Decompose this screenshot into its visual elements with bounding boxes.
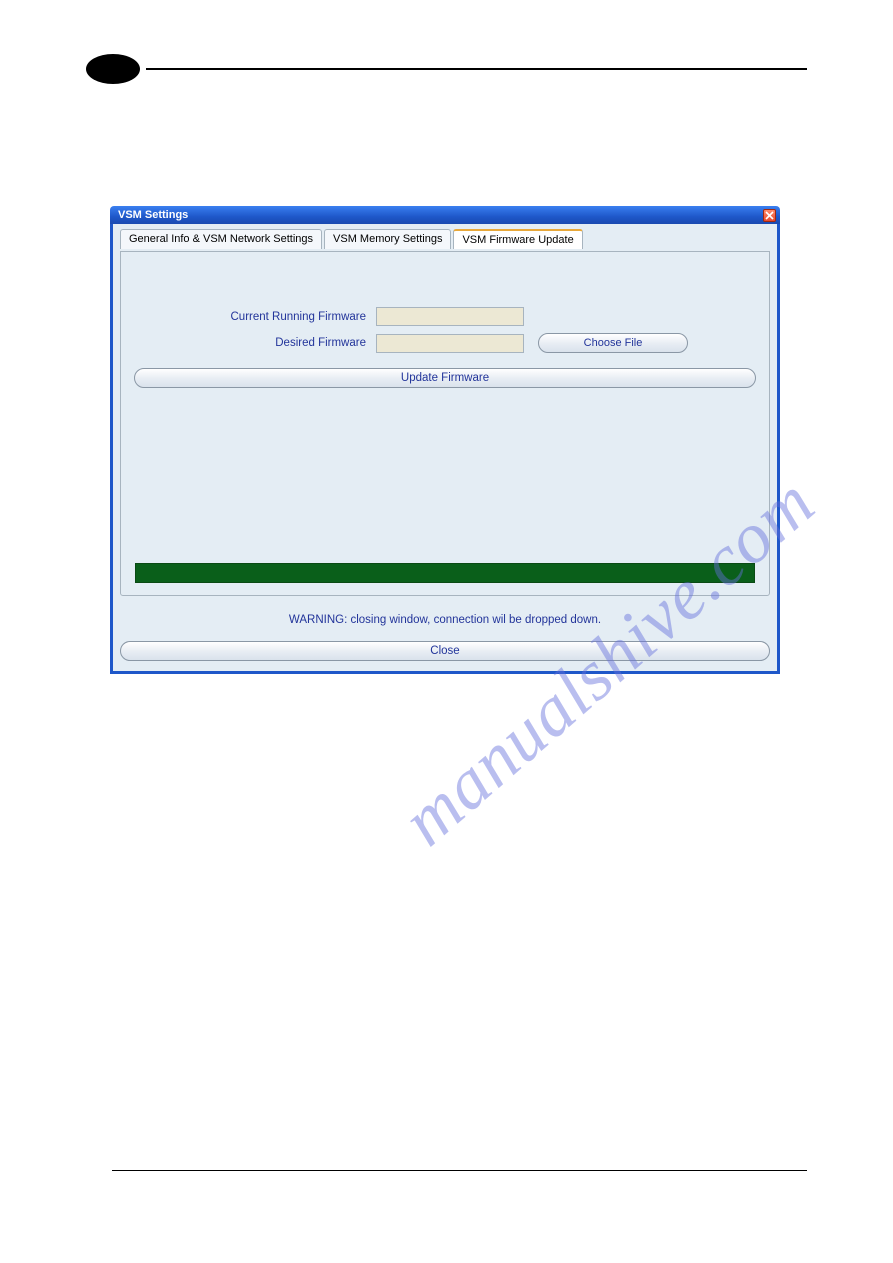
footer-rule (112, 1170, 807, 1172)
desired-firmware-field (376, 334, 524, 353)
progress-bar (135, 563, 755, 583)
tab-general-info[interactable]: General Info & VSM Network Settings (120, 229, 322, 249)
page-header (86, 54, 807, 84)
header-oval-icon (86, 54, 140, 84)
current-firmware-field (376, 307, 524, 326)
close-button[interactable]: Close (120, 641, 770, 661)
tab-firmware-update[interactable]: VSM Firmware Update (453, 229, 582, 249)
update-firmware-button[interactable]: Update Firmware (134, 368, 756, 388)
firmware-form: Current Running Firmware Desired Firmwar… (121, 252, 769, 388)
choose-file-button[interactable]: Choose File (538, 333, 688, 353)
vsm-settings-dialog: VSM Settings General Info & VSM Network … (110, 206, 780, 674)
tab-panel-firmware: Current Running Firmware Desired Firmwar… (120, 251, 770, 596)
dialog-body: General Info & VSM Network Settings VSM … (110, 224, 780, 674)
current-firmware-label: Current Running Firmware (121, 311, 376, 323)
window-title: VSM Settings (114, 209, 188, 221)
field-row-current-firmware: Current Running Firmware (121, 307, 769, 326)
field-row-desired-firmware: Desired Firmware Choose File (121, 333, 769, 353)
titlebar: VSM Settings (110, 206, 780, 224)
header-rule (146, 68, 807, 70)
tabs-row: General Info & VSM Network Settings VSM … (120, 229, 770, 249)
warning-text: WARNING: closing window, connection wil … (113, 614, 777, 626)
close-icon (765, 211, 774, 220)
window-close-button[interactable] (763, 209, 776, 222)
desired-firmware-label: Desired Firmware (121, 337, 376, 349)
tab-memory-settings[interactable]: VSM Memory Settings (324, 229, 451, 249)
